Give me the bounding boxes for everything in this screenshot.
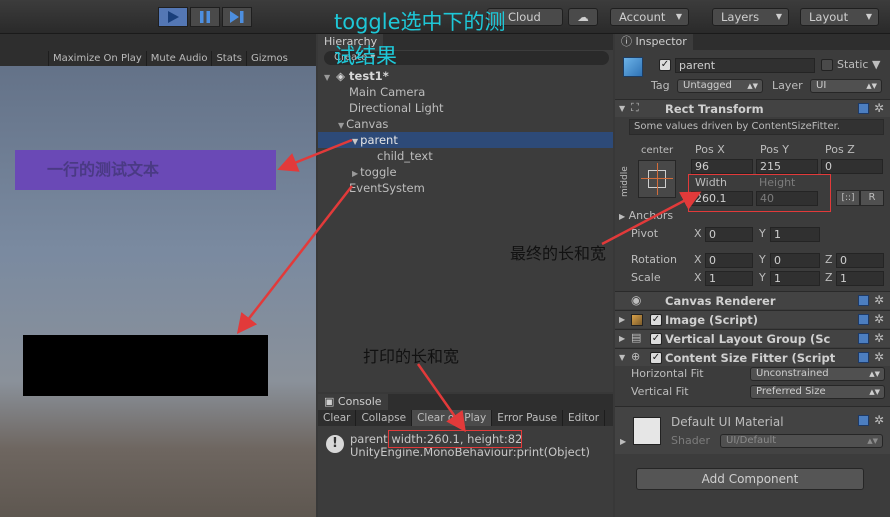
annotation-arrows [236,138,702,433]
arrow-toggle-to-black [236,185,353,334]
arrow-parent-to-purple [277,138,353,172]
arrow-to-width [601,191,702,246]
arrow-to-printed [416,363,466,433]
